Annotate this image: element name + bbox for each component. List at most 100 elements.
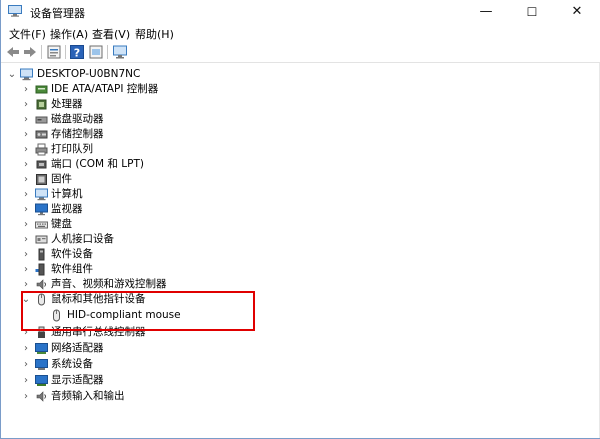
tree-item-firmware[interactable]: › 固件 bbox=[1, 172, 301, 187]
tree-item-software-component[interactable]: › 软件组件 bbox=[1, 262, 301, 277]
tree-item-label: 计算机 bbox=[51, 188, 83, 200]
storage-controller-icon bbox=[35, 130, 48, 139]
tree-item-storage-controller[interactable]: › 存储控制器 bbox=[1, 127, 301, 142]
expand-chevron-icon[interactable]: › bbox=[21, 112, 31, 127]
computer-icon bbox=[20, 68, 33, 81]
keyboard-icon bbox=[35, 221, 48, 229]
properties-icon[interactable] bbox=[46, 44, 62, 60]
tree-item-print-queue[interactable]: › 打印队列 bbox=[1, 142, 301, 157]
menu-help[interactable]: 帮助(H) bbox=[133, 26, 176, 42]
tree-item-label: 打印队列 bbox=[51, 143, 93, 155]
root-computer-label: DESKTOP-U0BN7NC bbox=[37, 68, 141, 80]
computer-icon bbox=[35, 188, 48, 201]
close-button[interactable]: ✕ bbox=[554, 0, 600, 24]
help-icon[interactable]: ? bbox=[69, 44, 85, 60]
device-manager-window: 设备管理器 — ☐ ✕ 文件(F) 操作(A) 查看(V) 帮助(H) ? ⌄ … bbox=[0, 0, 600, 439]
expand-chevron-icon[interactable]: › bbox=[21, 142, 31, 157]
expand-chevron-icon[interactable]: › bbox=[21, 157, 31, 172]
port-icon bbox=[36, 160, 47, 169]
tree-item-computer[interactable]: › 计算机 bbox=[1, 187, 301, 202]
display-adapter-icon bbox=[35, 375, 48, 386]
audio-io-icon bbox=[36, 391, 46, 402]
tree-item-label: 磁盘驱动器 bbox=[51, 113, 104, 125]
expand-chevron-icon[interactable]: › bbox=[21, 187, 31, 202]
tree-item-sound[interactable]: › 声音、视频和游戏控制器 bbox=[1, 277, 301, 292]
collapse-chevron-icon[interactable]: ⌄ bbox=[7, 67, 17, 82]
tree-item-label: IDE ATA/ATAPI 控制器 bbox=[51, 83, 159, 95]
update-driver-icon[interactable] bbox=[88, 44, 104, 60]
menu-action[interactable]: 操作(A) bbox=[48, 26, 90, 42]
tree-item-label: 处理器 bbox=[51, 98, 83, 110]
tree-item-label: 存储控制器 bbox=[51, 128, 104, 140]
expand-chevron-icon[interactable]: › bbox=[21, 389, 31, 404]
expand-chevron-icon[interactable]: › bbox=[21, 277, 31, 292]
menu-file[interactable]: 文件(F) bbox=[7, 26, 48, 42]
svg-text:?: ? bbox=[74, 47, 80, 60]
maximize-button[interactable]: ☐ bbox=[509, 0, 555, 24]
disk-drive-icon bbox=[35, 116, 48, 124]
back-arrow-icon[interactable] bbox=[5, 44, 21, 60]
tree-item-label: 端口 (COM 和 LPT) bbox=[51, 158, 144, 170]
expand-chevron-icon[interactable]: › bbox=[21, 97, 31, 112]
tree-item-label: 网络适配器 bbox=[51, 342, 104, 354]
window-title: 设备管理器 bbox=[30, 7, 85, 20]
expand-chevron-icon[interactable]: › bbox=[21, 217, 31, 232]
tree-item-label: 系统设备 bbox=[51, 358, 93, 370]
expand-chevron-icon[interactable]: › bbox=[21, 232, 31, 247]
device-manager-app-icon bbox=[8, 5, 22, 17]
tree-item-network-adapter[interactable]: › 网络适配器 bbox=[1, 341, 301, 356]
tree-item-label: 显示适配器 bbox=[51, 374, 104, 386]
menu-view[interactable]: 查看(V) bbox=[90, 26, 132, 42]
tree-item-label: 软件设备 bbox=[51, 248, 93, 260]
tree-item-hid[interactable]: › 人机接口设备 bbox=[1, 232, 301, 247]
firmware-icon bbox=[36, 174, 47, 185]
expand-chevron-icon[interactable]: › bbox=[21, 127, 31, 142]
toolbar-separator bbox=[107, 45, 108, 59]
tree-item-label: 键盘 bbox=[51, 218, 72, 230]
ide-controller-icon bbox=[35, 85, 48, 94]
tree-item-audio-io[interactable]: › 音频输入和输出 bbox=[1, 389, 301, 404]
expand-chevron-icon[interactable]: › bbox=[21, 82, 31, 97]
expand-chevron-icon[interactable]: › bbox=[21, 373, 31, 388]
tree-item-disk-drive[interactable]: › 磁盘驱动器 bbox=[1, 112, 301, 127]
monitor-scan-icon[interactable] bbox=[112, 44, 128, 60]
software-component-icon bbox=[35, 263, 45, 276]
tree-item-label: 监视器 bbox=[51, 203, 83, 215]
tree-item-keyboard[interactable]: › 键盘 bbox=[1, 217, 301, 232]
minimize-button[interactable]: — bbox=[463, 0, 509, 24]
tree-item-display-adapter[interactable]: › 显示适配器 bbox=[1, 373, 301, 388]
tree-item-software-device[interactable]: › 软件设备 bbox=[1, 247, 301, 262]
expand-chevron-icon[interactable]: › bbox=[21, 202, 31, 217]
monitor-icon bbox=[35, 203, 48, 216]
tree-item-label: 软件组件 bbox=[51, 263, 93, 275]
toolbar-separator bbox=[41, 45, 42, 59]
tree-item-monitor[interactable]: › 监视器 bbox=[1, 202, 301, 217]
tree-item-label: 声音、视频和游戏控制器 bbox=[51, 278, 167, 290]
tree-item-system-device[interactable]: › 系统设备 bbox=[1, 357, 301, 372]
title-bar: 设备管理器 — ☐ ✕ bbox=[1, 0, 600, 24]
sound-icon bbox=[36, 279, 46, 290]
tree-item-label: 人机接口设备 bbox=[51, 233, 114, 245]
processor-icon bbox=[36, 99, 47, 110]
network-adapter-icon bbox=[35, 343, 48, 354]
software-device-icon bbox=[38, 248, 45, 261]
toolbar: ? bbox=[1, 42, 600, 63]
tree-item-port[interactable]: › 端口 (COM 和 LPT) bbox=[1, 157, 301, 172]
hid-icon bbox=[35, 235, 48, 244]
expand-chevron-icon[interactable]: › bbox=[21, 172, 31, 187]
highlight-annotation bbox=[21, 291, 255, 331]
printer-icon bbox=[35, 143, 48, 156]
tree-item-label: 音频输入和输出 bbox=[51, 390, 125, 402]
menu-bar: 文件(F) 操作(A) 查看(V) 帮助(H) bbox=[1, 24, 600, 42]
expand-chevron-icon[interactable]: › bbox=[21, 262, 31, 277]
tree-root[interactable]: ⌄ DESKTOP-U0BN7NC bbox=[1, 67, 301, 82]
tree-item-processor[interactable]: › 处理器 bbox=[1, 97, 301, 112]
expand-chevron-icon[interactable]: › bbox=[21, 357, 31, 372]
expand-chevron-icon[interactable]: › bbox=[21, 341, 31, 356]
toolbar-separator bbox=[65, 45, 66, 59]
tree-item-ide[interactable]: › IDE ATA/ATAPI 控制器 bbox=[1, 82, 301, 97]
expand-chevron-icon[interactable]: › bbox=[21, 247, 31, 262]
system-device-icon bbox=[35, 359, 48, 370]
forward-arrow-icon[interactable] bbox=[22, 44, 38, 60]
tree-item-label: 固件 bbox=[51, 173, 72, 185]
